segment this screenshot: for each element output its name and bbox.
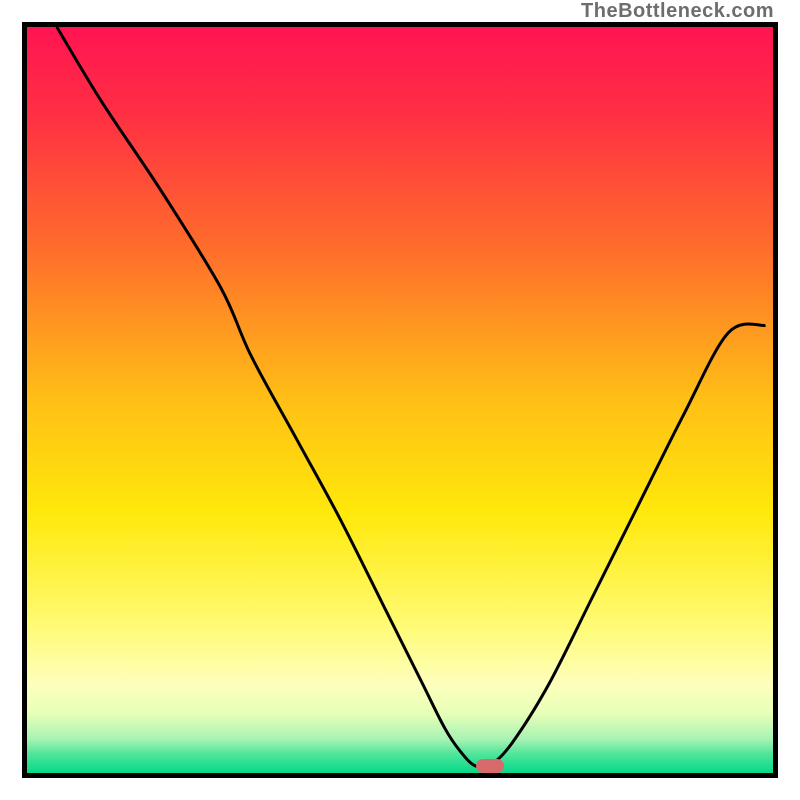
chart-frame [22, 22, 778, 778]
chart-plot [27, 27, 773, 773]
chart-svg [27, 27, 773, 773]
optimum-marker [476, 759, 504, 773]
watermark-text: TheBottleneck.com [581, 0, 774, 23]
gradient-background [27, 27, 773, 773]
